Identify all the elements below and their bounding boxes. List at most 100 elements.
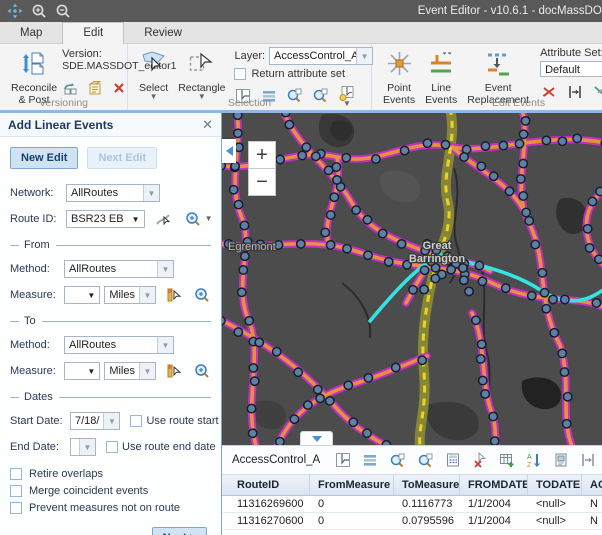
group-selection: Select ▼ Rectangle ▼ Layer: AccessContro… (128, 44, 372, 110)
from-method-label: Method: (10, 263, 60, 275)
route-id-dropdown[interactable]: BSR23 EB ▼ (66, 210, 145, 228)
from-measure-combo[interactable]: ▼ (64, 286, 100, 304)
to-method-arrow-icon[interactable]: ▼ (157, 337, 173, 353)
map-zoom-in-button[interactable]: + (248, 141, 276, 169)
map-zoom-out-button[interactable]: − (248, 168, 276, 196)
from-measure-value (65, 287, 83, 303)
zoom-route-caret-icon[interactable]: ▼ (205, 216, 213, 222)
map-graphics: Egremont Great Barrington (222, 113, 602, 445)
rectangle-button[interactable]: Rectangle ▼ (173, 47, 230, 96)
layer-dropdown-arrow-icon[interactable]: ▼ (356, 48, 372, 64)
cell-todate: <null> (528, 515, 582, 527)
from-measure-select-icon[interactable] (166, 287, 182, 304)
column-header[interactable]: RouteID (222, 475, 310, 495)
from-method-dropdown[interactable]: AllRoutes ▼ (64, 260, 174, 278)
from-zoom-icon[interactable] (194, 287, 211, 304)
to-measure-select-icon[interactable] (166, 363, 182, 380)
to-measure-arrow-icon[interactable]: ▼ (83, 363, 99, 379)
event-replacement-button[interactable]: Event Replacement (462, 47, 534, 96)
panel-title: Add Linear Events (8, 118, 113, 132)
new-edit-button[interactable]: New Edit (10, 147, 78, 169)
to-unit-value: Miles (105, 363, 139, 379)
table-pan-to-selection-icon[interactable] (417, 452, 434, 469)
table-row[interactable]: 11316269600 0 0.1116773 1/1/2004 <null> … (222, 496, 602, 513)
app-title: Event Editor - v10.6.1 - docMassDOTI (418, 5, 602, 17)
zoom-in-icon[interactable] (30, 3, 47, 20)
table-clear-selection-icon[interactable] (472, 452, 488, 469)
cell-frommeasure: 0 (310, 498, 394, 510)
tab-map[interactable]: Map (0, 23, 62, 43)
new-version-icon[interactable] (86, 79, 103, 96)
retire-overlaps-checkbox[interactable] (10, 468, 22, 480)
chevron-down-icon (312, 436, 322, 442)
table-row[interactable]: 11316270600 0 0.0795596 1/1/2004 <null> … (222, 513, 602, 530)
layer-value: AccessControl_A (270, 48, 356, 64)
from-unit-dropdown[interactable]: Miles ▼ (104, 286, 156, 304)
to-measure-combo[interactable]: ▼ (64, 362, 100, 380)
return-attribute-set-checkbox[interactable] (234, 68, 246, 80)
tab-edit[interactable]: Edit (62, 22, 124, 44)
to-method-dropdown[interactable]: AllRoutes ▼ (64, 336, 174, 354)
use-route-start-date-label: Use route start date (146, 415, 221, 427)
from-method-arrow-icon[interactable]: ▼ (157, 261, 173, 277)
table-zoom-to-selection-icon[interactable] (389, 452, 406, 469)
network-dropdown-arrow-icon[interactable]: ▼ (143, 185, 159, 201)
table-sort-icon[interactable]: AZ (526, 452, 542, 469)
column-header[interactable]: TODATE (528, 475, 582, 495)
group-edit-events: Point Events Line Events Event Replaceme… (372, 44, 602, 110)
from-unit-arrow-icon[interactable]: ▼ (139, 287, 155, 303)
to-unit-arrow-icon[interactable]: ▼ (139, 363, 155, 379)
network-dropdown[interactable]: AllRoutes ▼ (66, 184, 160, 202)
line-events-button[interactable]: Line Events (420, 47, 462, 96)
start-date-field[interactable]: 7/18/ ▼ (70, 412, 120, 430)
table-calculator-icon[interactable] (445, 452, 461, 469)
pan-icon[interactable] (6, 3, 23, 20)
merge-coincident-events-checkbox[interactable] (10, 485, 22, 497)
from-measure-arrow-icon[interactable]: ▼ (83, 287, 99, 303)
select-route-icon[interactable] (155, 211, 171, 228)
retire-overlaps-label: Retire overlaps (29, 468, 103, 480)
column-header[interactable]: FromMeasure (310, 475, 394, 495)
end-date-arrow-icon[interactable]: ▼ (79, 439, 95, 455)
table-selected-records-icon[interactable] (362, 452, 378, 469)
route-id-dropdown-arrow-icon[interactable]: ▼ (128, 211, 144, 227)
collapse-panel-button[interactable] (222, 139, 236, 163)
use-route-end-date-checkbox[interactable] (106, 441, 118, 453)
table-select-icon[interactable] (335, 452, 351, 469)
merge-coincident-events-label: Merge coincident events (29, 485, 148, 497)
tab-review[interactable]: Review (124, 23, 202, 43)
change-version-icon[interactable] (62, 79, 79, 96)
use-route-start-date-checkbox[interactable] (130, 415, 142, 427)
point-events-button[interactable]: Point Events (378, 47, 420, 96)
layer-label: Layer: (234, 50, 265, 62)
table-move-events-icon[interactable] (580, 452, 596, 469)
to-zoom-icon[interactable] (194, 363, 211, 380)
cell-frommeasure: 0 (310, 515, 394, 527)
reconcile-post-button[interactable]: Reconcile & Post (6, 47, 62, 96)
next-button[interactable]: Next > (152, 527, 207, 535)
attribute-set-dropdown[interactable]: Default (540, 61, 602, 77)
prevent-measures-checkbox[interactable] (10, 502, 22, 514)
close-icon[interactable]: ✕ (202, 119, 213, 131)
column-header[interactable]: FROMDATE (460, 475, 528, 495)
end-date-field[interactable]: ▼ (70, 438, 96, 456)
title-bar: Event Editor - v10.6.1 - docMassDOTI (0, 0, 602, 22)
to-unit-dropdown[interactable]: Miles ▼ (104, 362, 156, 380)
cell-access: N (582, 515, 602, 527)
table-report-icon[interactable] (553, 452, 569, 469)
delete-version-icon[interactable] (110, 79, 127, 96)
layer-dropdown[interactable]: AccessControl_A ▼ (269, 47, 373, 65)
zoom-route-button[interactable]: ▼ (185, 211, 213, 228)
collapse-table-button[interactable] (300, 431, 333, 445)
zoom-out-icon[interactable] (54, 3, 71, 20)
table-layer-tab[interactable]: AccessControl_A (232, 454, 320, 466)
select-button[interactable]: Select ▼ (134, 47, 173, 96)
next-edit-button[interactable]: Next Edit (87, 147, 157, 169)
column-header[interactable]: AC (582, 475, 602, 495)
column-header[interactable]: ToMeasure (394, 475, 460, 495)
table-add-records-icon[interactable] (499, 452, 515, 469)
cell-tomeasure: 0.1116773 (394, 498, 460, 510)
map-canvas[interactable]: Egremont Great Barrington + − (222, 113, 602, 445)
versioning-group-label: Versioning (0, 97, 127, 109)
start-date-arrow-icon[interactable]: ▼ (103, 413, 119, 429)
